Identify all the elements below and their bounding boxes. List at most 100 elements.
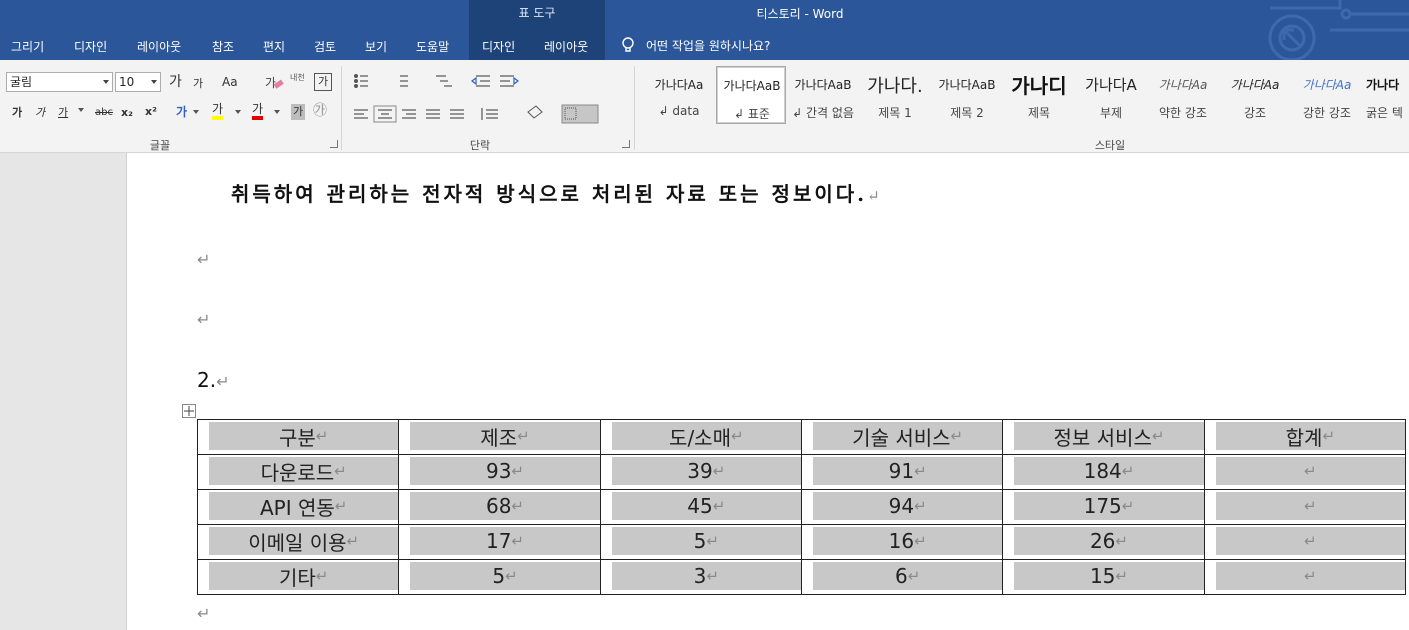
cell-shading: 기술 서비스 ↵ bbox=[812, 422, 1003, 450]
table-cell[interactable]: 175 ↵ bbox=[1002, 489, 1205, 525]
style-heading-1[interactable]: 가나다. 제목 1 bbox=[860, 66, 930, 124]
table-header-cell[interactable]: 도/소매 ↵ bbox=[599, 419, 802, 455]
table-cell[interactable]: 16 ↵ bbox=[800, 524, 1004, 560]
clear-formatting-icon[interactable]: 가 bbox=[264, 74, 284, 92]
style-strong[interactable]: 가나다 굵은 텍 bbox=[1362, 66, 1409, 124]
chevron-down-icon[interactable] bbox=[151, 80, 157, 84]
tab-design[interactable]: 디자인 bbox=[74, 38, 107, 55]
tab-table-design[interactable]: 디자인 bbox=[482, 38, 515, 55]
tab-help[interactable]: 도움말 bbox=[416, 38, 449, 55]
table-cell[interactable]: 91 ↵ bbox=[800, 454, 1004, 490]
cell-text: 45 bbox=[687, 494, 713, 518]
table-cell[interactable]: 이메일 이용 ↵ bbox=[196, 524, 400, 560]
change-case-button[interactable]: Aa bbox=[222, 74, 238, 90]
cell-end-mark: ↵ bbox=[712, 462, 726, 480]
cell-end-mark: ↵ bbox=[1151, 427, 1165, 445]
subscript-button[interactable]: x₂ bbox=[121, 105, 133, 121]
chevron-down-icon[interactable] bbox=[103, 80, 109, 84]
cell-end-mark: ↵ bbox=[731, 427, 744, 445]
table-cell[interactable]: 26 ↵ bbox=[1002, 524, 1205, 560]
highlight-button[interactable]: 가 bbox=[212, 102, 224, 120]
bold-button[interactable]: 가 bbox=[12, 105, 22, 121]
style-intense-emphasis[interactable]: 가나다Aa 강한 강조 bbox=[1292, 66, 1362, 124]
phonetic-guide-button[interactable]: 내천 bbox=[290, 73, 305, 82]
style-normal[interactable]: 가나다AaB ↲ 표준 bbox=[716, 66, 786, 124]
data-table[interactable]: 구분 ↵ 제조 ↵ 도/소매 ↵ 기술 서비스 ↵ 정보 서비스 ↵ 합계 ↵ 다운로드 ↵ 93 ↵ 39 ↵ 9… bbox=[196, 419, 1407, 595]
style-preview: 가나다Aa bbox=[1302, 78, 1352, 92]
tab-references[interactable]: 참조 bbox=[212, 38, 234, 55]
table-header-cell[interactable]: 기술 서비스 ↵ bbox=[800, 419, 1004, 455]
style-heading-2[interactable]: 가나다AaB 제목 2 bbox=[932, 66, 1002, 124]
cell-text: 6 bbox=[894, 564, 908, 588]
table-cell[interactable]: ↵ bbox=[1203, 524, 1407, 560]
body-text-line[interactable]: 취득하여 관리하는 전자적 방식으로 처리된 자료 또는 정보이다.↵ bbox=[231, 178, 880, 207]
table-header-cell[interactable]: 구분 ↵ bbox=[196, 419, 400, 455]
tab-draw[interactable]: 그리기 bbox=[11, 38, 44, 55]
superscript-button[interactable]: x² bbox=[145, 104, 157, 120]
paragraph-mark: ↵ bbox=[867, 187, 880, 205]
dialog-launcher-icon[interactable] bbox=[330, 140, 338, 148]
table-cell[interactable]: 기타 ↵ bbox=[196, 559, 400, 595]
cell-end-mark: ↵ bbox=[1304, 462, 1317, 480]
table-cell[interactable]: 15 ↵ bbox=[1002, 559, 1205, 595]
enclose-characters-button[interactable]: ㉮ bbox=[313, 103, 327, 119]
chevron-down-icon[interactable] bbox=[78, 108, 84, 112]
table-cell[interactable]: 5 ↵ bbox=[599, 524, 802, 560]
style-preview: 가나다AaB bbox=[938, 78, 996, 92]
table-cell[interactable]: ↵ bbox=[1203, 489, 1407, 525]
font-size-box[interactable]: 10 bbox=[115, 72, 161, 92]
table-cell[interactable]: 68 ↵ bbox=[398, 489, 601, 525]
chevron-down-icon[interactable] bbox=[274, 110, 280, 114]
table-cell[interactable]: ↵ bbox=[1203, 559, 1407, 595]
tab-table-layout[interactable]: 레이아웃 bbox=[544, 38, 588, 55]
grow-font-button[interactable]: 가 bbox=[169, 74, 182, 90]
table-cell[interactable]: 45 ↵ bbox=[599, 489, 802, 525]
tab-mailings[interactable]: 편지 bbox=[263, 38, 285, 55]
table-cell[interactable]: 39 ↵ bbox=[599, 454, 802, 490]
style-subtitle[interactable]: 가나다A 부제 bbox=[1076, 66, 1146, 124]
style-no-spacing[interactable]: 가나다AaB ↲ 간격 없음 bbox=[788, 66, 858, 124]
strikethrough-button[interactable]: abc bbox=[95, 105, 113, 121]
style-subtle-emphasis[interactable]: 가나다Aa 약한 강조 bbox=[1148, 66, 1218, 124]
text-effects-button[interactable]: 가 bbox=[176, 104, 187, 120]
chevron-down-icon[interactable] bbox=[235, 110, 241, 114]
table-cell[interactable]: 3 ↵ bbox=[599, 559, 802, 595]
tab-review[interactable]: 검토 bbox=[314, 38, 336, 55]
style-emphasis[interactable]: 가나다Aa 강조 bbox=[1220, 66, 1290, 124]
table-cell[interactable]: 94 ↵ bbox=[800, 489, 1004, 525]
table-cell[interactable]: 5 ↵ bbox=[398, 559, 601, 595]
underline-button[interactable]: 가 bbox=[58, 105, 68, 121]
table-header-cell[interactable]: 제조 ↵ bbox=[398, 419, 601, 455]
table-cell[interactable]: 6 ↵ bbox=[800, 559, 1004, 595]
table-cell[interactable]: 184 ↵ bbox=[1002, 454, 1205, 490]
table-cell[interactable]: 93 ↵ bbox=[398, 454, 601, 490]
style-data[interactable]: 가나다Aa ↲ data bbox=[644, 66, 714, 124]
cell-shading: 도/소매 ↵ bbox=[611, 422, 801, 450]
style-title[interactable]: 가나디 제목 bbox=[1004, 66, 1074, 124]
font-name-box[interactable]: 굴림 bbox=[6, 72, 113, 92]
character-border-button[interactable]: 가 bbox=[314, 73, 332, 91]
table-cell[interactable]: 17 ↵ bbox=[398, 524, 601, 560]
shrink-font-button[interactable]: 가 bbox=[193, 76, 203, 92]
tab-layout[interactable]: 레이아웃 bbox=[137, 38, 181, 55]
font-color-button[interactable]: 가 bbox=[252, 102, 264, 120]
cell-text: 184 bbox=[1083, 459, 1122, 483]
italic-button[interactable]: 가 bbox=[35, 105, 45, 121]
tell-me-search[interactable]: 어떤 작업을 원하시나요? bbox=[646, 37, 770, 54]
table-header-cell[interactable]: 합계 ↵ bbox=[1203, 419, 1407, 455]
tab-view[interactable]: 보기 bbox=[365, 38, 387, 55]
cell-text: 3 bbox=[693, 564, 707, 588]
table-cell[interactable]: 다운로드 ↵ bbox=[196, 454, 400, 490]
section-number[interactable]: 2.↵ bbox=[197, 368, 230, 392]
table-cell[interactable]: API 연동 ↵ bbox=[196, 489, 400, 525]
style-name: 제목 bbox=[1027, 106, 1051, 120]
dialog-launcher-icon[interactable] bbox=[622, 140, 630, 148]
chevron-down-icon[interactable] bbox=[193, 110, 199, 114]
style-name: ↲ data bbox=[658, 104, 700, 118]
table-header-cell[interactable]: 정보 서비스 ↵ bbox=[1002, 419, 1205, 455]
character-shading-button[interactable]: 가 bbox=[291, 104, 306, 120]
table-move-handle-icon[interactable] bbox=[182, 404, 196, 418]
cell-end-mark: ↵ bbox=[712, 497, 726, 515]
table-cell[interactable]: ↵ bbox=[1203, 454, 1407, 490]
cell-text: 도/소매 bbox=[669, 425, 731, 450]
